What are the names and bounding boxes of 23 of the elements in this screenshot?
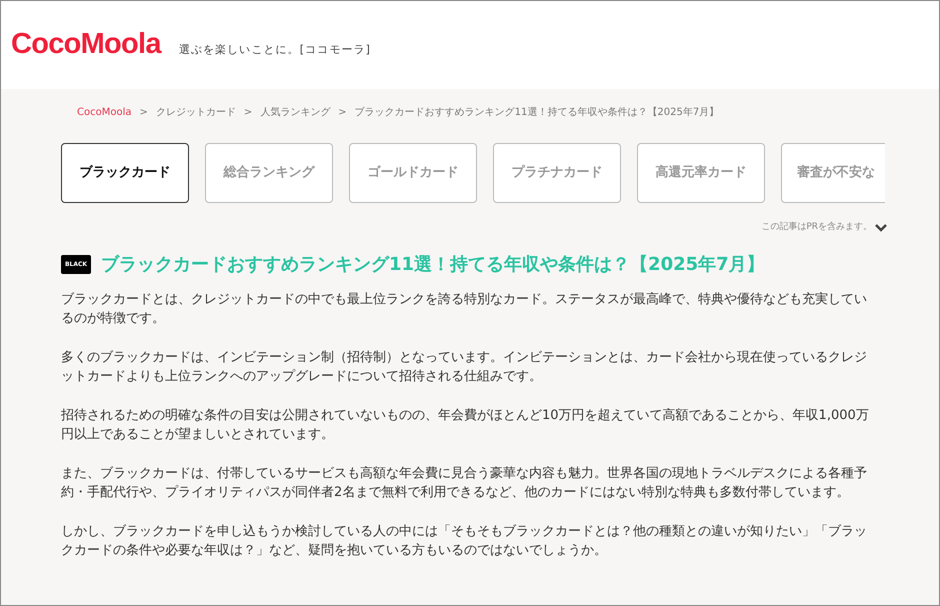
breadcrumb-separator: > [244,106,252,120]
article-paragraph: 招待されるための明確な条件の目安は公開されていないものの、年会費がほとんど10万円を超えていて高額であることから、年収1,000万円以上であることが望ましいとされています。 [61,406,870,444]
pr-notice: この記事はPRを含みます。 [761,221,872,234]
article-paragraph: また、ブラックカードは、付帯しているサービスも高額な年会費に見合う豪華な内容も魅力。世界各国の現地トラベルデスクによる各種予約・手配代行や、プライオリティパスが同伴者2名まで無料で利用できるなど、他のカードにはない特別な特典も多数付帯しています。 [61,464,868,502]
breadcrumb-item: 人気ランキング [260,106,330,120]
article-paragraph: 多くのブラックカードは、インビテーション制（招待制）となっています。インビテーションとは、カード会社から現在使っているクレジットカードよりも上位ランクへのアップグレードについて招待される仕組みです。 [61,348,868,386]
article-title: ブラックカードおすすめランキング11選！持てる年収や条件は？【2025年7月】 [101,252,765,276]
breadcrumb-separator: > [338,106,347,120]
article-paragraph: ブラックカードとは、クレジットカードの中でも最上位ランクを誇る特別なカード。ステータスが最高峰で、特典や優待なども充実しているのが特徴です。 [61,290,868,328]
breadcrumb-item: ブラックカードおすすめランキング11選！持てる年収や条件は？【2025年7月】 [354,106,720,120]
article-paragraph: しかし、ブラックカードを申し込もうか検討している人の中には「そもそもブラックカードとは？他の種類との違いが知りたい」「ブラックカードの条件や必要な年収は？」など、疑問を抱いている方もいるのではないでしょうか。 [61,522,868,560]
breadcrumb-separator: > [140,106,148,120]
category-tab[interactable]: ブラックカード [61,143,189,203]
category-tab[interactable]: 総合ランキング [205,143,333,203]
category-tab[interactable]: 高還元率カード [637,143,765,203]
chevron-down-icon[interactable] [875,224,887,232]
category-tab[interactable]: ゴールドカード [349,143,477,203]
category-tab[interactable]: 審査が不安な [781,143,885,203]
site-logo[interactable]: CocoMoola [11,23,161,67]
tagline: 選ぶを楽しいことに。[ココモーラ] [178,42,372,58]
breadcrumb-item: クレジットカード [156,106,236,120]
breadcrumb-link[interactable]: CocoMoola [77,104,132,120]
category-tab[interactable]: プラチナカード [493,143,621,203]
